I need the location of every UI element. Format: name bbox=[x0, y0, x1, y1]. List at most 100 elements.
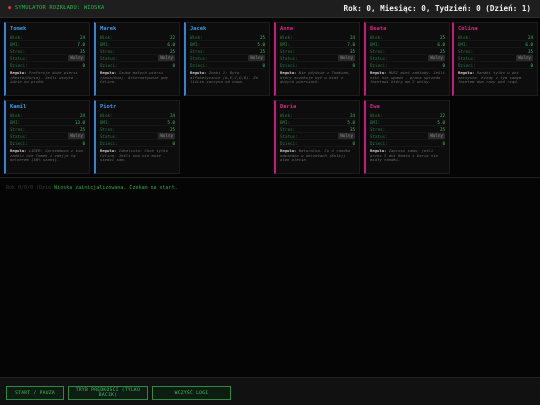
villager-card: Tomek Wiek: 24 BMI: 7.0 Stres: 35 Status: Wolny D… bbox=[4, 22, 90, 96]
villager-stats: Wiek: 25 BMI: 6.0 Stres: 25 Status: Wolny Dzieci… bbox=[370, 34, 445, 69]
villager-name: Beata bbox=[370, 26, 387, 32]
stat-label: BMI: bbox=[458, 41, 469, 47]
stat-label: Stres: bbox=[458, 48, 474, 54]
villager-name: Piotr bbox=[100, 104, 117, 110]
villager-card: Ewa Wiek: 22 BMI: 5.0 Stres: 25 Status: Wolny Dzi… bbox=[364, 100, 450, 174]
stat-value: 6.0 bbox=[437, 41, 445, 47]
status-badge: Wolny bbox=[428, 133, 445, 139]
stat-label: Dzieci: bbox=[10, 62, 28, 68]
stat-value: 5.0 bbox=[167, 119, 175, 125]
stat-row-stress: Stres: 35 bbox=[280, 48, 355, 55]
stat-row-status: Status: Wolny bbox=[280, 55, 355, 62]
status-badge: Wolny bbox=[68, 55, 85, 61]
villager-stats: Wiek: 24 BMI: 7.0 Stres: 35 Status: Wolny Dzieci… bbox=[280, 34, 355, 69]
status-badge: Wolny bbox=[338, 133, 355, 139]
stat-value: 0 bbox=[262, 62, 265, 68]
stat-row-stress: Stres: 25 bbox=[370, 126, 445, 133]
stat-row-age: Wiek: 24 bbox=[100, 112, 175, 119]
stat-label: Stres: bbox=[190, 48, 206, 54]
stat-label: Stres: bbox=[370, 126, 386, 132]
villager-stats: Wiek: 24 BMI: 5.0 Stres: 35 Status: Wolny Dzieci… bbox=[280, 112, 355, 147]
stat-row-children: Dzieci: 0 bbox=[370, 62, 445, 69]
stat-label: BMI: bbox=[100, 119, 111, 125]
stat-row-age: Wiek: 25 bbox=[370, 34, 445, 41]
villager-name: Anna bbox=[280, 26, 293, 32]
stat-row-age: Wiek: 22 bbox=[370, 112, 445, 119]
stat-value: 25 bbox=[259, 34, 265, 40]
villager-rule: Reguła: LIDER: Sprzedawca z kim zadali n… bbox=[10, 149, 85, 171]
stat-value: 0 bbox=[442, 62, 445, 68]
stat-label: Stres: bbox=[10, 48, 26, 54]
villager-card: Kamil Wiek: 24 BMI: 13.0 Stres: 25 Status: Wolny… bbox=[4, 100, 90, 174]
stat-value: 0 bbox=[530, 62, 533, 68]
stat-label: BMI: bbox=[10, 119, 21, 125]
villager-name: Celina bbox=[458, 26, 478, 32]
villager-card: Jacek Wiek: 25 BMI: 5.0 Stres: 25 Status: Wolny D… bbox=[184, 22, 270, 96]
villager-name: Marek bbox=[100, 26, 117, 32]
stat-row-age: Wiek: 25 bbox=[190, 34, 265, 41]
stat-value: 35 bbox=[79, 48, 85, 54]
stat-row-bmi: BMI: 13.0 bbox=[10, 119, 85, 126]
villager-stats: Wiek: 24 BMI: 6.0 Stres: 35 Status: Wolny Dzieci… bbox=[458, 34, 533, 69]
stat-label: BMI: bbox=[10, 41, 21, 47]
stat-label: Stres: bbox=[280, 48, 296, 54]
stat-row-status: Status: Wolny bbox=[458, 55, 533, 62]
stat-row-status: Status: Wolny bbox=[280, 133, 355, 140]
stat-value: 24 bbox=[349, 112, 355, 118]
villager-card: Piotr Wiek: 24 BMI: 5.0 Stres: 25 Status: Wolny D… bbox=[94, 100, 180, 174]
stat-label: Dzieci: bbox=[370, 62, 388, 68]
stat-value: 13.0 bbox=[74, 119, 85, 125]
stat-row-status: Status: Wolny bbox=[10, 55, 85, 62]
villager-card: Daria Wiek: 24 BMI: 5.0 Stres: 35 Status: Wolny D… bbox=[274, 100, 360, 174]
stat-value: 25 bbox=[439, 48, 445, 54]
status-badge: Wolny bbox=[428, 55, 445, 61]
stat-label: Status: bbox=[10, 55, 28, 61]
stat-label: Wiek: bbox=[100, 112, 113, 118]
stat-row-age: Wiek: 24 bbox=[10, 34, 85, 41]
stat-label: Stres: bbox=[280, 126, 296, 132]
stat-label: Wiek: bbox=[280, 34, 293, 40]
stat-row-status: Status: Wolny bbox=[100, 133, 175, 140]
stat-label: BMI: bbox=[280, 119, 291, 125]
clear-logs-button[interactable]: WCZYŚĆ LOGI bbox=[152, 386, 231, 400]
stat-row-children: Dzieci: 0 bbox=[280, 140, 355, 147]
stat-value: 5.0 bbox=[347, 119, 355, 125]
villager-stats: Wiek: 22 BMI: 6.0 Stres: 25 Status: Wolny Dzieci… bbox=[100, 34, 175, 69]
stat-row-stress: Stres: 35 bbox=[10, 48, 85, 55]
stat-row-status: Status: Wolny bbox=[370, 55, 445, 62]
stat-value: 0 bbox=[172, 62, 175, 68]
simulation-clock: Rok: 0, Miesiąc: 0, Tydzień: 0 (Dzień: 1… bbox=[343, 4, 531, 13]
stat-value: 0 bbox=[82, 140, 85, 146]
stat-value: 7.0 bbox=[77, 41, 85, 47]
status-badge: Wolny bbox=[516, 55, 533, 61]
stat-row-age: Wiek: 24 bbox=[10, 112, 85, 119]
speed-mode-button[interactable]: TRYB PRĘDKOŚCI (TYLKO BACIK) bbox=[68, 386, 148, 400]
start-pause-button[interactable]: START / PAUZA bbox=[6, 386, 64, 400]
stat-row-bmi: BMI: 5.0 bbox=[370, 119, 445, 126]
stat-value: 24 bbox=[169, 112, 175, 118]
villager-rule: Reguła: Preferuje duże piersi (Beata/Dar… bbox=[10, 71, 85, 93]
control-bar: START / PAUZA TRYB PRĘDKOŚCI (TYLKO BACI… bbox=[0, 377, 540, 405]
villager-stats: Wiek: 24 BMI: 5.0 Stres: 25 Status: Wolny Dzieci… bbox=[100, 112, 175, 147]
stat-value: 24 bbox=[79, 34, 85, 40]
status-badge: Wolny bbox=[248, 55, 265, 61]
stat-value: 5.0 bbox=[257, 41, 265, 47]
stat-row-stress: Stres: 25 bbox=[100, 126, 175, 133]
stat-row-status: Status: Wolny bbox=[10, 133, 85, 140]
stat-row-age: Wiek: 22 bbox=[100, 34, 175, 41]
stat-label: Dzieci: bbox=[280, 140, 298, 146]
stat-label: Wiek: bbox=[280, 112, 293, 118]
villager-rule: Reguła: Naturalna. Co 4 randka odwiedza … bbox=[280, 149, 355, 171]
stat-value: 0 bbox=[352, 140, 355, 146]
stat-label: Wiek: bbox=[370, 34, 383, 40]
stat-row-bmi: BMI: 5.0 bbox=[190, 41, 265, 48]
stat-label: BMI: bbox=[370, 119, 381, 125]
villager-rule: Reguła: Zaprosi sama, jeśli przez 3 dni … bbox=[370, 149, 445, 171]
stat-row-status: Status: Wolny bbox=[100, 55, 175, 62]
villager-rule: Reguła: Znaki 1: Byta alfabetycznie (A,E… bbox=[190, 71, 265, 93]
stat-row-stress: Stres: 25 bbox=[100, 48, 175, 55]
stat-row-bmi: BMI: 5.0 bbox=[100, 119, 175, 126]
stat-row-bmi: BMI: 6.0 bbox=[370, 41, 445, 48]
app-header: ● SYMULATOR ROZKŁADU: WIOSKA Rok: 0, Mie… bbox=[0, 0, 540, 18]
stat-row-bmi: BMI: 6.0 bbox=[100, 41, 175, 48]
